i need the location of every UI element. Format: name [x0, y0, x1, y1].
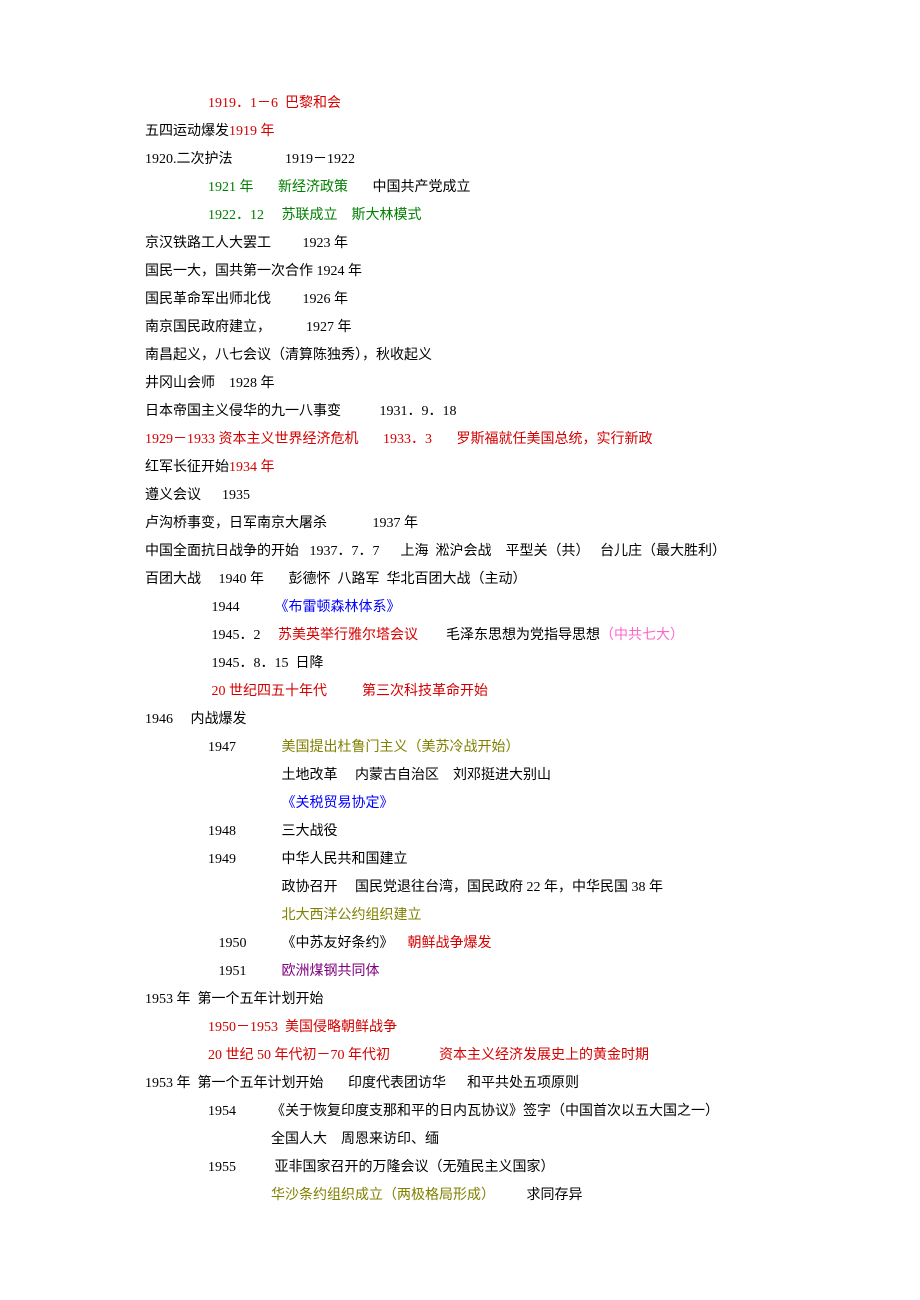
text-line: 1920.二次护法 1919－1922: [145, 146, 830, 174]
text-segment: 1934 年: [229, 460, 275, 475]
text-segment: 国民一大，国共第一次合作 1924 年: [145, 264, 362, 279]
text-line: 五四运动爆发1919 年: [145, 118, 830, 146]
text-line: 1950－1953 美国侵略朝鲜战争: [145, 1014, 830, 1042]
text-segment: 20 世纪 50 年代初－70 年代初 资本主义经济发展史上的黄金时期: [208, 1048, 649, 1063]
text-segment: 1946 内战爆发: [145, 712, 247, 727]
text-segment: 国民革命军出师北伐 1926 年: [145, 292, 348, 307]
text-segment: 全国人大 周恩来访印、缅: [208, 1132, 439, 1147]
text-line: 1947 美国提出杜鲁门主义（美苏冷战开始）: [145, 734, 830, 762]
text-line: 卢沟桥事变，日军南京大屠杀 1937 年: [145, 510, 830, 538]
text-segment: 1950－1953 美国侵略朝鲜战争: [208, 1020, 397, 1035]
text-line: 全国人大 周恩来访印、缅: [145, 1126, 830, 1154]
text-segment: 华沙条约组织成立（两极格局形成）: [271, 1188, 495, 1203]
text-segment: 北大西洋公约组织建立: [282, 908, 422, 923]
text-segment: 1953 年 第一个五年计划开始: [145, 992, 324, 1007]
text-line: 《关税贸易协定》: [145, 790, 830, 818]
text-segment: 中国共产党成立: [348, 180, 471, 195]
text-line: 华沙条约组织成立（两极格局形成） 求同存异: [145, 1182, 830, 1210]
text-line: 南昌起义，八七会议（清算陈独秀），秋收起义: [145, 342, 830, 370]
text-segment: 百团大战 1940 年 彭德怀 八路军 华北百团大战（主动）: [145, 572, 527, 587]
text-line: 国民革命军出师北伐 1926 年: [145, 286, 830, 314]
text-line: 1950 《中苏友好条约》 朝鲜战争爆发: [145, 930, 830, 958]
text-segment: 1954 《关于恢复印度支那和平的日内瓦协议》签字（中国首次以五大国之一）: [208, 1104, 719, 1119]
text-segment: 美国提出杜鲁门主义（美苏冷战开始）: [282, 740, 520, 755]
text-segment: 1948 三大战役: [208, 824, 338, 839]
text-segment: [208, 1188, 271, 1203]
text-line: 1919．1－6 巴黎和会: [145, 90, 830, 118]
text-segment: 《关税贸易协定》: [282, 796, 394, 811]
text-line: 日本帝国主义侵华的九一八事变 1931．9．18: [145, 398, 830, 426]
text-line: 遵义会议 1935: [145, 482, 830, 510]
text-segment: 1945．2: [208, 628, 278, 643]
text-segment: 毛泽东思想为党指导思想: [418, 628, 600, 643]
text-segment: 1920.二次护法 1919－1922: [145, 152, 355, 167]
text-segment: 土地改革 内蒙古自治区 刘邓挺进大别山: [208, 768, 551, 783]
text-line: 1949 中华人民共和国建立: [145, 846, 830, 874]
text-segment: 1921 年 新经济政策: [208, 180, 348, 195]
text-segment: 遵义会议 1935: [145, 488, 250, 503]
text-segment: 苏美英举行雅尔塔会议: [278, 628, 418, 643]
text-segment: 五四运动爆发: [145, 124, 229, 139]
text-line: 中国全面抗日战争的开始 1937．7．7 上海 淞沪会战 平型关（共） 台儿庄（…: [145, 538, 830, 566]
text-segment: 南京国民政府建立， 1927 年: [145, 320, 352, 335]
text-segment: 1949 中华人民共和国建立: [208, 852, 408, 867]
text-line: 1945．8．15 日降: [145, 650, 830, 678]
text-segment: 日本帝国主义侵华的九一八事变 1931．9．18: [145, 404, 457, 419]
text-segment: [208, 908, 282, 923]
text-segment: 1951: [208, 964, 282, 979]
text-line: 1921 年 新经济政策 中国共产党成立: [145, 174, 830, 202]
text-segment: 井冈山会师 1928 年: [145, 376, 275, 391]
text-segment: 1919 年: [229, 124, 275, 139]
text-line: 1948 三大战役: [145, 818, 830, 846]
text-segment: 1950 《中苏友好条约》: [208, 936, 408, 951]
text-line: 1944 《布雷顿森林体系》: [145, 594, 830, 622]
text-segment: （中共七大）: [600, 628, 684, 643]
text-segment: 卢沟桥事变，日军南京大屠杀 1937 年: [145, 516, 418, 531]
text-line: 北大西洋公约组织建立: [145, 902, 830, 930]
text-line: 1954 《关于恢复印度支那和平的日内瓦协议》签字（中国首次以五大国之一）: [145, 1098, 830, 1126]
text-line: 1929－1933 资本主义世界经济危机 1933．3 罗斯福就任美国总统，实行…: [145, 426, 830, 454]
text-segment: 《布雷顿森林体系》: [275, 600, 401, 615]
text-segment: 求同存异: [495, 1188, 583, 1203]
text-segment: 欧洲煤钢共同体: [282, 964, 380, 979]
text-line: 1955 亚非国家召开的万隆会议（无殖民主义国家）: [145, 1154, 830, 1182]
text-segment: 南昌起义，八七会议（清算陈独秀），秋收起义: [145, 348, 432, 363]
text-line: 1945．2 苏美英举行雅尔塔会议 毛泽东思想为党指导思想（中共七大）: [145, 622, 830, 650]
text-line: 国民一大，国共第一次合作 1924 年: [145, 258, 830, 286]
text-segment: 红军长征开始: [145, 460, 229, 475]
document-body: 1919．1－6 巴黎和会五四运动爆发1919 年 1920.二次护法 1919－…: [145, 90, 830, 1210]
text-segment: 政协召开 国民党退往台湾，国民政府 22 年，中华民国 38 年: [208, 880, 663, 895]
text-segment: 1944: [208, 600, 275, 615]
text-segment: 1955 亚非国家召开的万隆会议（无殖民主义国家）: [208, 1160, 555, 1175]
text-line: 京汉铁路工人大罢工 1923 年: [145, 230, 830, 258]
text-segment: 1922．12 苏联成立 斯大林模式: [208, 208, 422, 223]
text-line: 20 世纪四五十年代 第三次科技革命开始: [145, 678, 830, 706]
text-segment: 1945．8．15 日降: [208, 656, 324, 671]
text-line: 政协召开 国民党退往台湾，国民政府 22 年，中华民国 38 年: [145, 874, 830, 902]
text-segment: 20 世纪四五十年代 第三次科技革命开始: [208, 684, 488, 699]
text-line: 井冈山会师 1928 年: [145, 370, 830, 398]
text-line: 土地改革 内蒙古自治区 刘邓挺进大别山: [145, 762, 830, 790]
text-segment: 京汉铁路工人大罢工 1923 年: [145, 236, 348, 251]
text-segment: 1919．1－6 巴黎和会: [208, 96, 341, 111]
text-line: 1953 年 第一个五年计划开始: [145, 986, 830, 1014]
text-line: 红军长征开始1934 年: [145, 454, 830, 482]
text-segment: [208, 796, 282, 811]
text-line: 1922．12 苏联成立 斯大林模式: [145, 202, 830, 230]
text-line: 南京国民政府建立， 1927 年: [145, 314, 830, 342]
text-segment: 朝鲜战争爆发: [408, 936, 492, 951]
text-segment: 中国全面抗日战争的开始 1937．7．7 上海 淞沪会战 平型关（共） 台儿庄（…: [145, 544, 726, 559]
text-line: 百团大战 1940 年 彭德怀 八路军 华北百团大战（主动）: [145, 566, 830, 594]
text-line: 20 世纪 50 年代初－70 年代初 资本主义经济发展史上的黄金时期: [145, 1042, 830, 1070]
text-line: 1951 欧洲煤钢共同体: [145, 958, 830, 986]
text-segment: 1953 年 第一个五年计划开始 印度代表团访华 和平共处五项原则: [145, 1076, 579, 1091]
text-segment: 1929－1933 资本主义世界经济危机 1933．3 罗斯福就任美国总统，实行…: [145, 432, 653, 447]
text-line: 1946 内战爆发: [145, 706, 830, 734]
text-line: 1953 年 第一个五年计划开始 印度代表团访华 和平共处五项原则: [145, 1070, 830, 1098]
text-segment: 1947: [208, 740, 282, 755]
